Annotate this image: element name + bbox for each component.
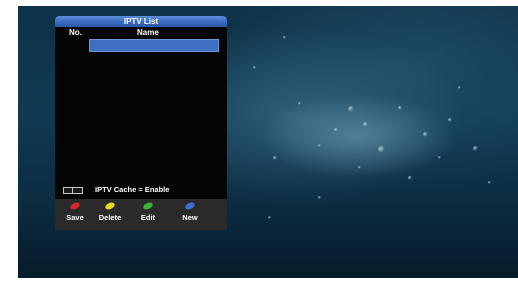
water-droplet: [473, 146, 478, 151]
cache-status-text: IPTV Cache = Enable: [95, 185, 170, 194]
edit-button[interactable]: Edit: [131, 199, 165, 230]
delete-button-label: Delete: [98, 213, 122, 222]
water-droplet: [348, 106, 354, 112]
column-no-header: No.: [69, 28, 82, 37]
new-button[interactable]: New: [173, 199, 207, 230]
cache-icon: [63, 187, 83, 194]
water-droplet: [268, 216, 271, 219]
delete-button[interactable]: Delete: [89, 199, 131, 230]
water-droplet: [318, 144, 321, 147]
color-key-bar: Save Delete Edit New: [55, 199, 227, 230]
green-key-icon: [142, 201, 154, 211]
column-header: No. Name: [55, 27, 227, 39]
water-droplet: [448, 118, 452, 122]
list-item-selected[interactable]: [89, 39, 219, 52]
water-droplet: [253, 66, 256, 69]
water-droplet: [358, 166, 361, 169]
iptv-list: [55, 39, 227, 181]
water-droplet: [423, 132, 428, 137]
blue-key-icon: [184, 201, 196, 211]
water-droplet: [438, 156, 441, 159]
panel-title: IPTV List: [55, 16, 227, 27]
cache-status-row: IPTV Cache = Enable: [55, 181, 227, 199]
water-droplet: [318, 196, 321, 199]
yellow-key-icon: [104, 201, 116, 211]
water-droplet: [334, 128, 338, 132]
water-droplet: [458, 86, 461, 89]
water-droplet: [398, 106, 402, 110]
iptv-list-panel: IPTV List No. Name IPTV Cache = Enable S…: [55, 16, 227, 230]
water-droplet: [273, 156, 277, 160]
edit-button-label: Edit: [140, 213, 156, 222]
water-droplet: [378, 146, 385, 153]
water-droplet: [283, 36, 286, 39]
save-button-label: Save: [66, 213, 84, 222]
water-droplet: [488, 181, 491, 184]
column-name-header: Name: [137, 28, 159, 37]
save-button[interactable]: Save: [57, 199, 93, 230]
water-droplet: [298, 102, 301, 105]
water-droplet: [408, 176, 412, 180]
red-key-icon: [69, 201, 81, 211]
tv-screen: IPTV List No. Name IPTV Cache = Enable S…: [18, 6, 518, 278]
water-droplet: [363, 122, 368, 127]
new-button-label: New: [182, 213, 198, 222]
